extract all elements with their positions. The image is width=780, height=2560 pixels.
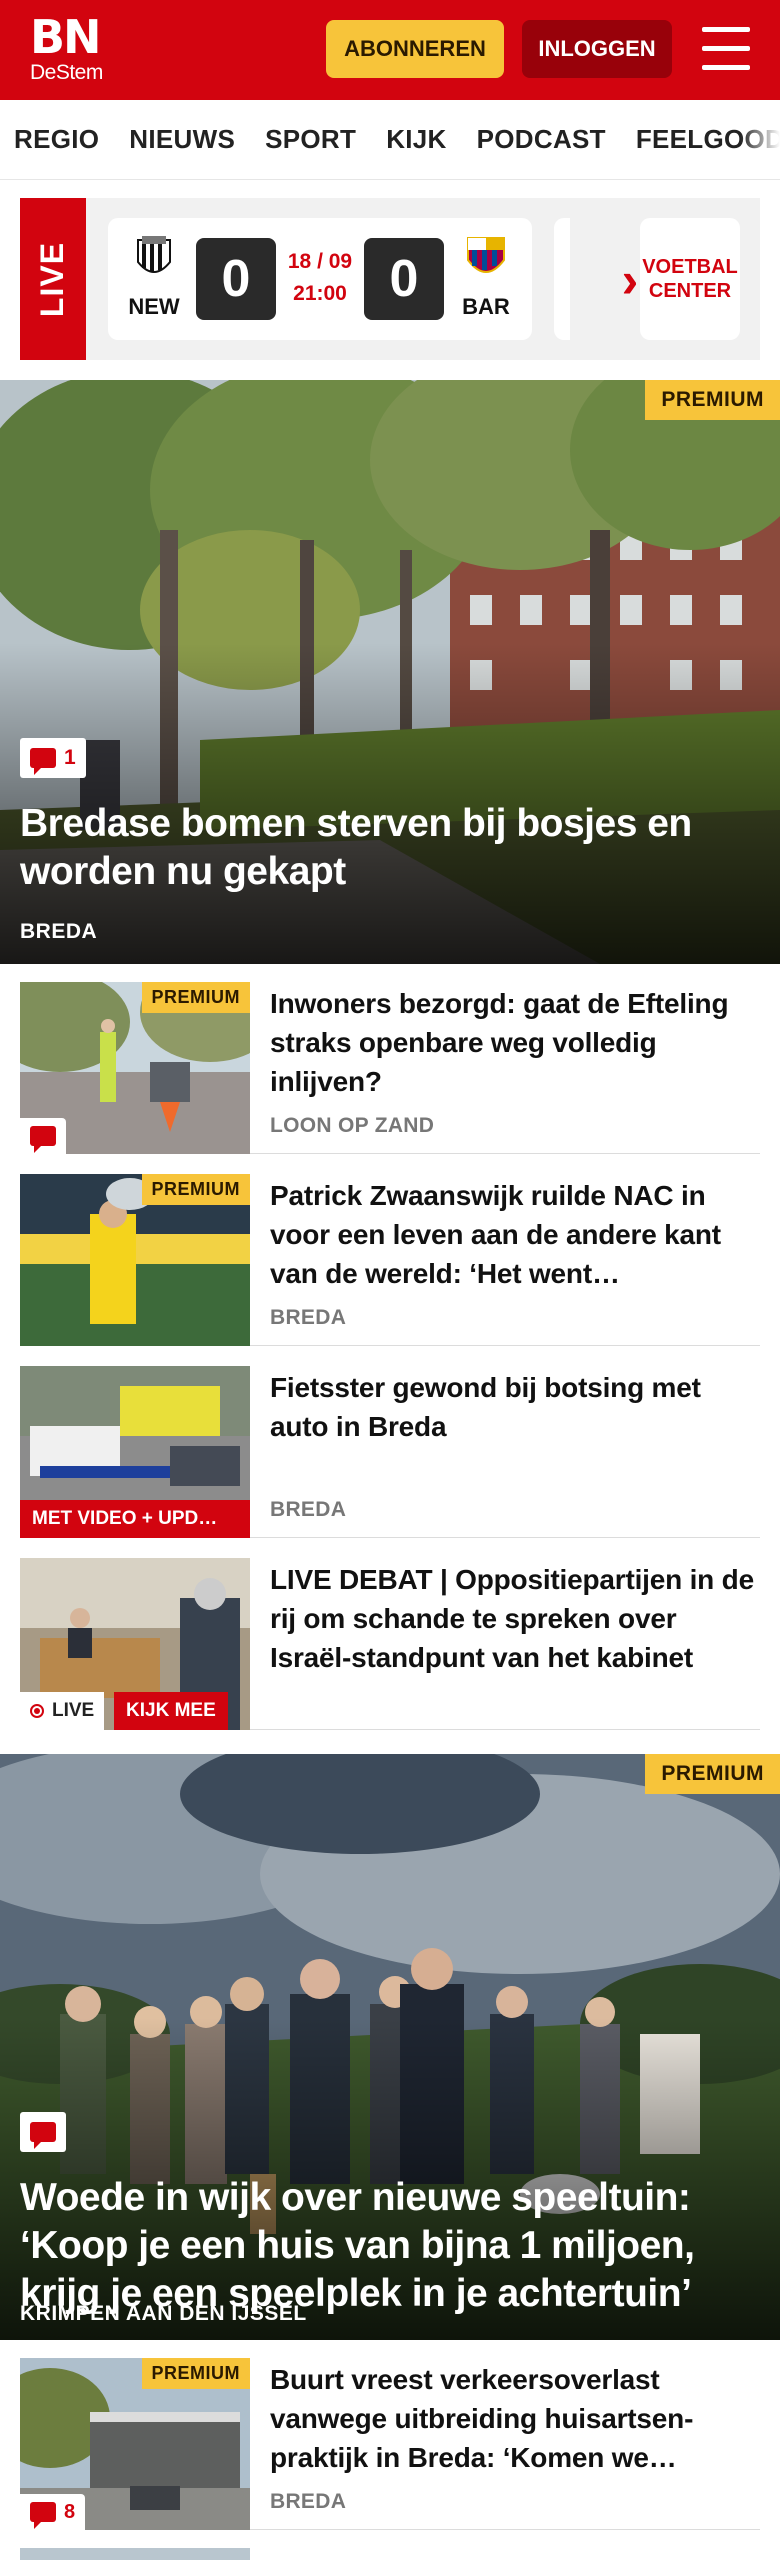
list-item[interactable]: MET VIDEO + UPD… Fietsster gewond bij bo… [20, 1348, 760, 1538]
watch-button[interactable]: KIJK MEE [114, 1692, 228, 1730]
comment-icon [30, 1126, 56, 1153]
hero-title[interactable]: Bredase bomen sterven bij bosjes en word… [20, 800, 740, 896]
article-thumbnail[interactable]: PREMIUM [20, 982, 250, 1154]
live-label: LIVE [52, 1700, 95, 1721]
comment-count: 8 [64, 2500, 76, 2523]
comment-count-badge[interactable]: 1 [20, 738, 86, 778]
voetbal-center-link[interactable]: VOETBAL CENTER [640, 218, 740, 340]
away-score: 0 [364, 238, 444, 320]
live-indicator: LIVE [20, 1692, 105, 1730]
comment-icon [30, 2122, 56, 2149]
hero-article[interactable]: PREMIUM Woede in wijk over nieuwe speelt… [0, 1754, 780, 2340]
subscribe-button[interactable]: ABONNEREN [326, 20, 504, 78]
match-date: 18 / 09 [287, 250, 353, 273]
away-team-code: BAR [462, 294, 510, 319]
match-card[interactable]: NEW 0 18 / 09 21:00 0 BAR [108, 218, 532, 340]
article-thumbnail[interactable]: MET VIDEO + UPD… [20, 1366, 250, 1538]
top-header: BN DeStem ABONNEREN INLOGGEN [0, 0, 780, 100]
nav-scroll-fade [740, 100, 780, 179]
premium-badge: PREMIUM [645, 380, 780, 420]
premium-badge: PREMIUM [141, 1174, 250, 1205]
article-title[interactable]: LIVE DEBAT | Oppositiepartijen in de rij… [270, 1560, 760, 1677]
comment-icon [30, 2502, 56, 2529]
premium-badge: PREMIUM [645, 1754, 780, 1794]
live-label: LIVE [34, 241, 71, 317]
next-thumbnail-peek [20, 2548, 250, 2560]
article-region: BREDA [270, 2490, 347, 2513]
list-item[interactable]: LIVE KIJK MEE LIVE DEBAT | Oppositiepart… [20, 1540, 760, 1730]
comment-count: 1 [64, 746, 76, 769]
nav-item-regio[interactable]: REGIO [14, 124, 99, 155]
nav-item-sport[interactable]: SPORT [265, 124, 356, 155]
comment-badge[interactable] [20, 1118, 66, 1154]
article-title[interactable]: Fietsster gewond bij botsing met auto in… [270, 1368, 760, 1446]
premium-badge: PREMIUM [141, 2358, 250, 2389]
list-item[interactable]: PREMIUM Inwoners bezorgd: gaat de Efteli… [20, 964, 760, 1154]
comment-count-badge[interactable]: 8 [20, 2494, 86, 2530]
nav-item-nieuws[interactable]: NIEUWS [129, 124, 235, 155]
list-item[interactable]: PREMIUM Patrick Zwaanswijk ruilde NAC in… [20, 1156, 760, 1346]
article-title[interactable]: Inwoners bezorgd: gaat de Efteling strak… [270, 984, 760, 1101]
logo-bn: BN [30, 10, 102, 64]
hero-article[interactable]: PREMIUM 1 Bredase bomen sterven bij bosj… [0, 380, 780, 964]
live-tab: LIVE [20, 198, 86, 360]
article-region: LOON OP ZAND [270, 1114, 435, 1137]
comment-icon [30, 748, 56, 775]
section-nav: REGIO NIEUWS SPORT KIJK PODCAST FEELGOOD [0, 100, 780, 180]
list-item[interactable]: PREMIUM 8 Buurt vreest verkeersoverlast … [20, 2340, 760, 2530]
article-region: BREDA [270, 1498, 347, 1521]
home-score: 0 [196, 238, 276, 320]
hamburger-icon[interactable] [702, 27, 750, 71]
home-team-code: NEW [128, 294, 180, 319]
hero-title[interactable]: Woede in wijk over nieuwe speeltuin: ‘Ko… [20, 2174, 740, 2318]
match-time: 21:00 [293, 282, 347, 305]
login-button[interactable]: INLOGGEN [522, 20, 672, 78]
next-match-card[interactable] [554, 218, 570, 340]
article-thumbnail[interactable]: PREMIUM 8 [20, 2358, 250, 2530]
hero-region: BREDA [20, 920, 98, 943]
nav-item-kijk[interactable]: KIJK [386, 124, 446, 155]
video-update-label: MET VIDEO + UPD… [20, 1500, 250, 1538]
newcastle-crest-icon [137, 236, 171, 273]
site-logo[interactable]: BN DeStem [30, 14, 103, 84]
live-scores-bar: LIVE NEW 0 18 / 09 21:00 0 BAR › VOETBAL… [20, 198, 760, 360]
comment-badge[interactable] [20, 2112, 66, 2152]
live-dot-icon [30, 1704, 44, 1718]
logo-destem: DeStem [30, 61, 103, 84]
article-title[interactable]: Patrick Zwaanswijk ruilde NAC in voor ee… [270, 1176, 760, 1293]
nav-item-podcast[interactable]: PODCAST [477, 124, 606, 155]
hero-region: KRIMPEN AAN DEN IJSSEL [20, 2302, 307, 2325]
article-thumbnail[interactable]: PREMIUM [20, 1174, 250, 1346]
article-thumbnail[interactable]: LIVE KIJK MEE [20, 1558, 250, 1730]
premium-badge: PREMIUM [141, 982, 250, 1013]
article-title[interactable]: Buurt vreest verkeersoverlast vanwege ui… [270, 2360, 760, 2477]
article-region: BREDA [270, 1306, 347, 1329]
barcelona-crest-icon [467, 237, 505, 273]
